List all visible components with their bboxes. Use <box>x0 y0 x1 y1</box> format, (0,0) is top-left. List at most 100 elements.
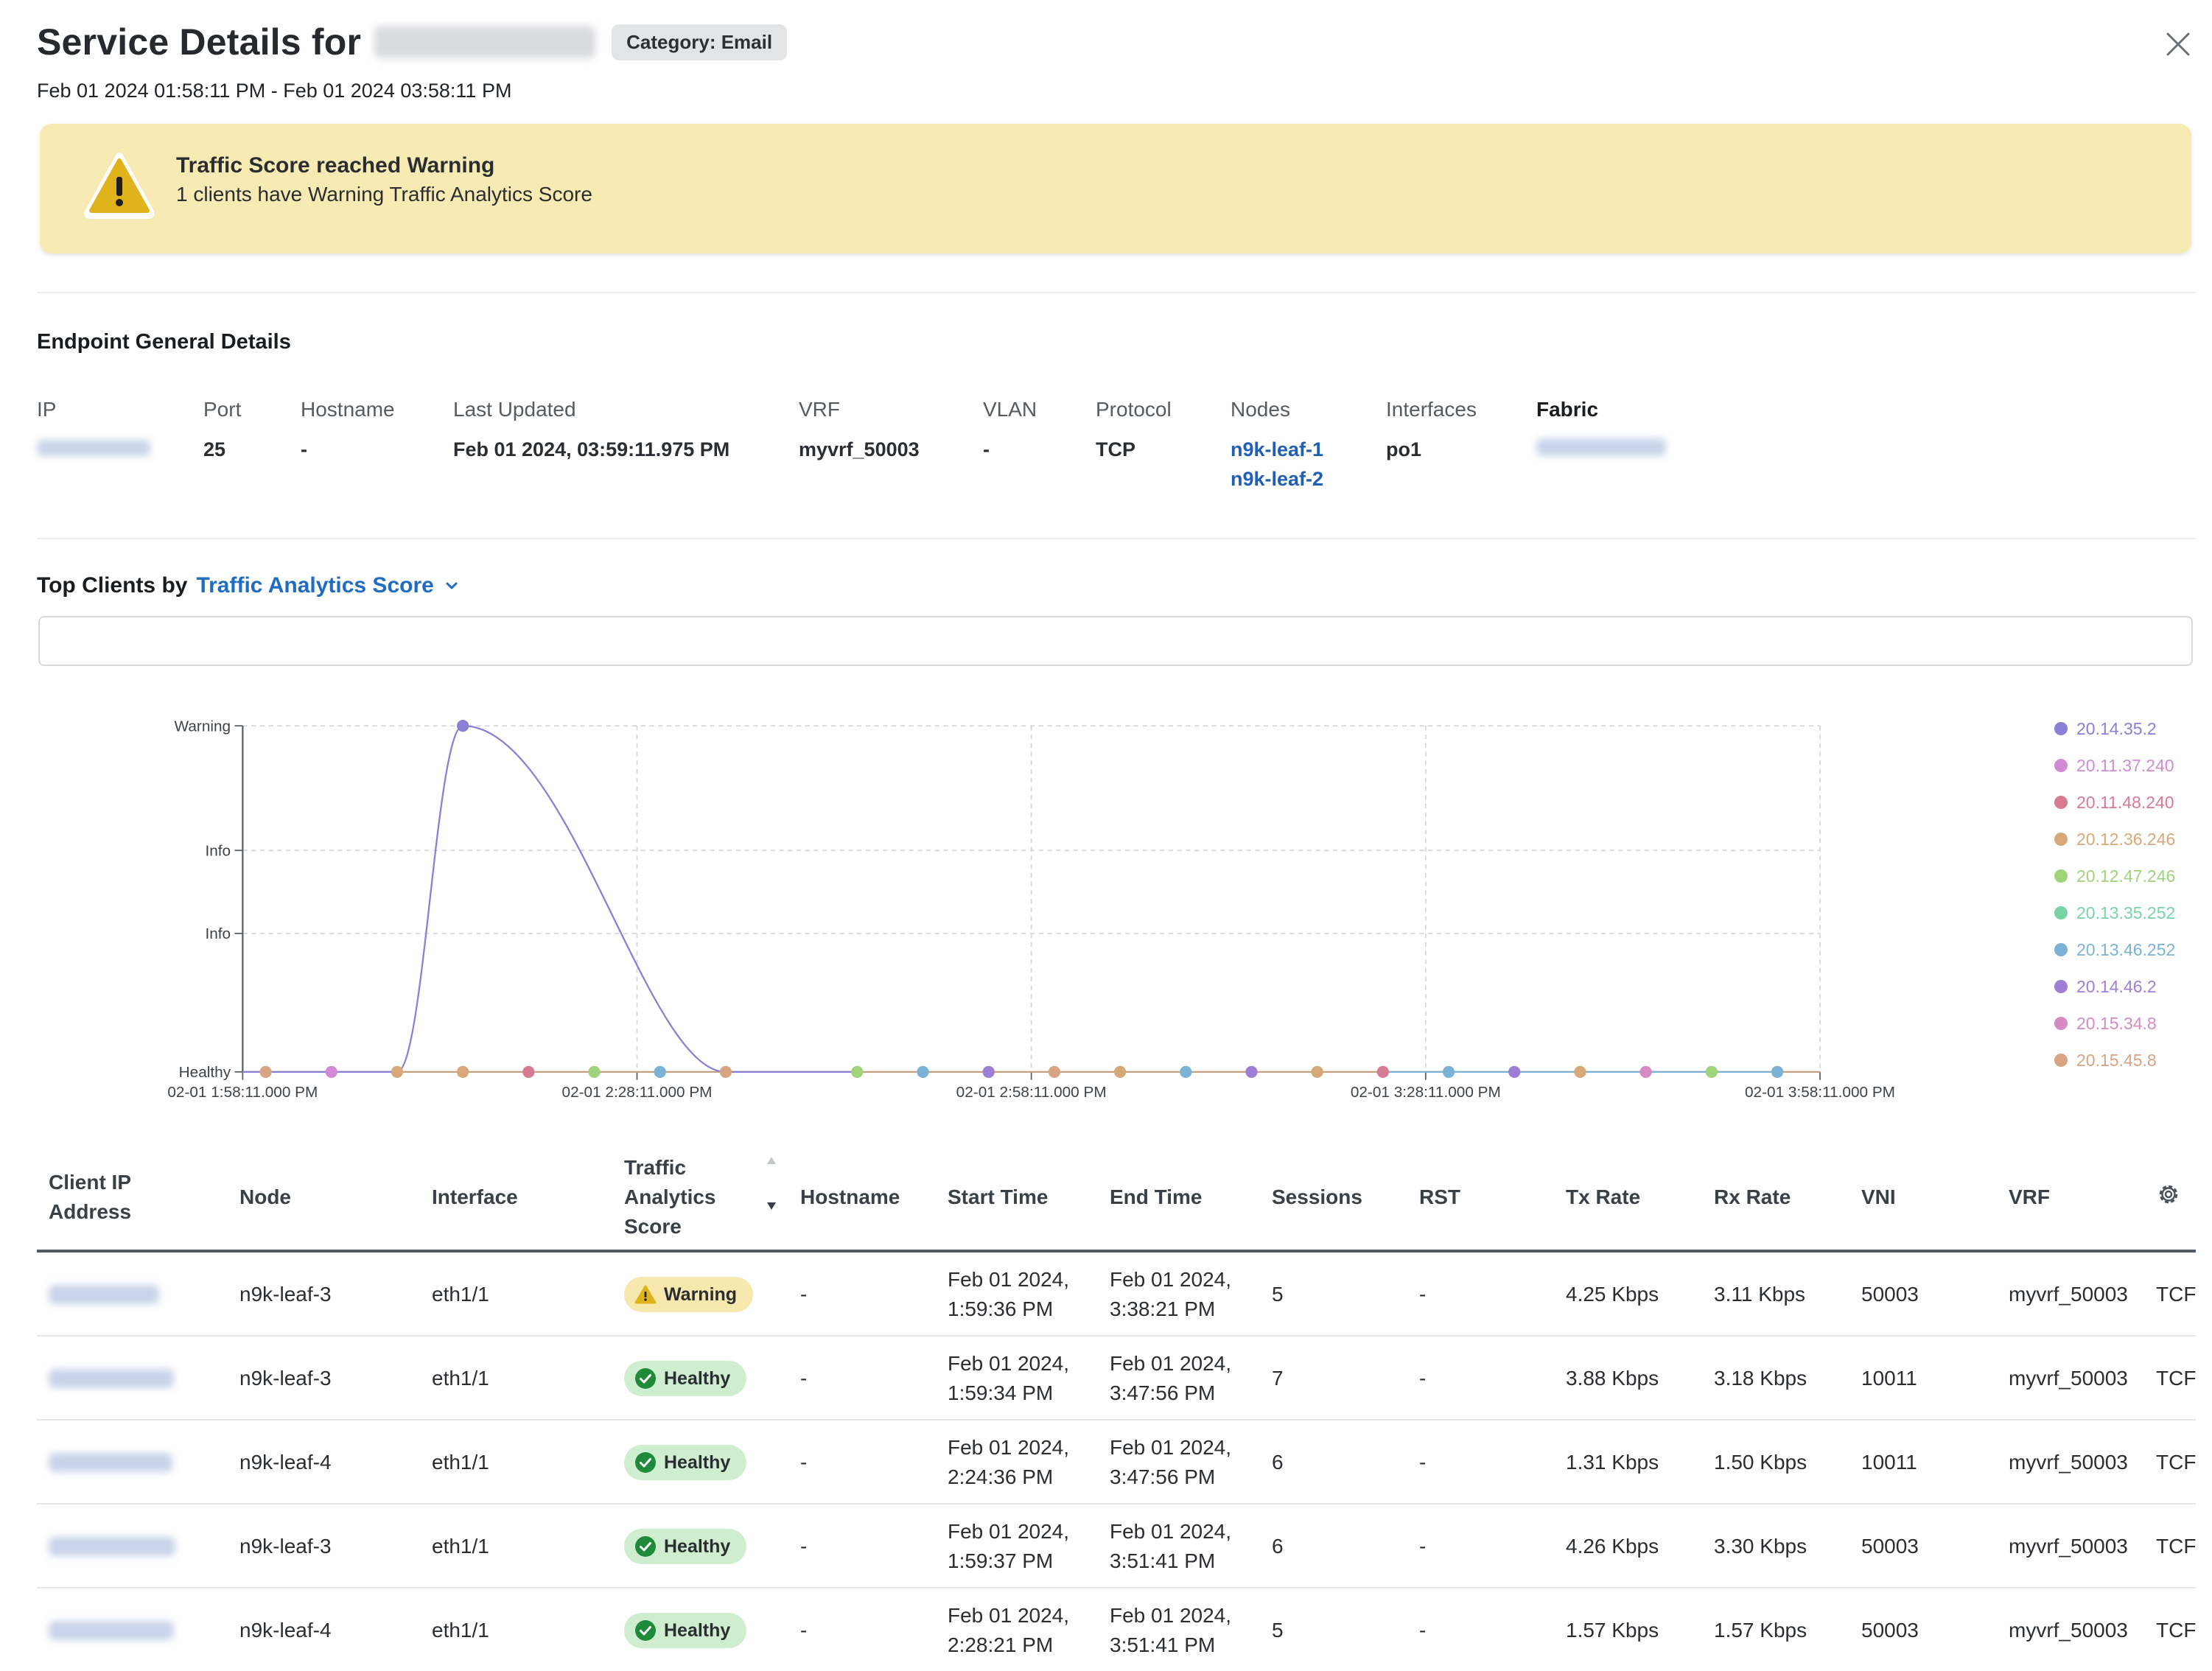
start-date: Feb 01 2024, <box>948 1604 1070 1627</box>
modal-header: Service Details for Category: Email Feb … <box>37 21 2168 102</box>
start-date: Feb 01 2024, <box>948 1268 1070 1291</box>
score-cell: Warning <box>624 1253 754 1337</box>
vrf-cell: myvrf_50003 <box>2009 1283 2128 1306</box>
legend-item[interactable]: 20.13.46.252 <box>2054 931 2175 968</box>
y-tick-label: Info <box>205 925 231 942</box>
rst-cell: - <box>1419 1283 1427 1306</box>
rx-cell: 1.50 Kbps <box>1714 1451 1807 1474</box>
redacted-client-ip[interactable] <box>49 1453 172 1472</box>
legend-label: 20.15.34.8 <box>2076 1013 2157 1033</box>
legend-item[interactable]: 20.11.48.240 <box>2054 784 2175 821</box>
data-point <box>522 1065 535 1078</box>
col-vrf[interactable]: VRF <box>2009 1142 2050 1253</box>
start-time-cell: Feb 01 2024, 1:59:34 PM <box>948 1337 1069 1420</box>
table-row[interactable]: n9k-leaf-3 eth1/1 - 7 - 3.88 Kbps 3.18 Kbps 100… <box>37 1337 2196 1420</box>
legend-item[interactable]: 20.15.34.8 <box>2054 1005 2175 1042</box>
redacted-client-ip[interactable] <box>49 1285 159 1304</box>
node-link-1[interactable]: n9k-leaf-1 <box>1231 435 1323 464</box>
status-label: Healthy <box>664 1536 731 1557</box>
redacted-service-ip <box>374 26 596 58</box>
legend-label: 20.12.36.246 <box>2076 829 2176 849</box>
col-hostname[interactable]: Hostname <box>800 1142 900 1253</box>
data-point <box>1180 1065 1192 1078</box>
col-interface[interactable]: Interface <box>432 1142 518 1253</box>
clients-table: Client IP Address Node Interface Traffic… <box>37 1142 2196 1671</box>
tx-cell: 4.26 Kbps <box>1566 1535 1659 1558</box>
data-point <box>1574 1065 1586 1078</box>
data-point <box>588 1065 601 1078</box>
col-node[interactable]: Node <box>239 1142 291 1253</box>
client-ip-cell[interactable] <box>49 1588 174 1671</box>
data-point <box>391 1065 404 1078</box>
legend-item[interactable]: 20.15.45.8 <box>2054 1042 2175 1079</box>
node-link-2[interactable]: n9k-leaf-2 <box>1231 464 1323 494</box>
legend-item[interactable]: 20.11.37.240 <box>2054 747 2175 784</box>
col-start-time[interactable]: Start Time <box>948 1142 1048 1253</box>
vrf-cell: myvrf_50003 <box>2009 1535 2128 1558</box>
data-point <box>719 1065 732 1078</box>
legend-item[interactable]: 20.12.36.246 <box>2054 821 2175 858</box>
redacted-fabric-link[interactable] <box>1536 438 1666 456</box>
col-rx-rate[interactable]: Rx Rate <box>1714 1142 1791 1253</box>
col-rst[interactable]: RST <box>1419 1142 1460 1253</box>
rx-cell: 3.30 Kbps <box>1714 1535 1807 1558</box>
node-cell: n9k-leaf-3 <box>239 1535 332 1558</box>
redacted-client-ip[interactable] <box>49 1537 175 1556</box>
legend-swatch <box>2054 833 2068 846</box>
col-vni[interactable]: VNI <box>1861 1142 1896 1253</box>
table-row[interactable]: n9k-leaf-4 eth1/1 - 6 - 1.31 Kbps 1.50 Kbps 100… <box>37 1420 2196 1504</box>
metric-dropdown-label: Traffic Analytics Score <box>196 573 434 598</box>
last-updated-label: Last Updated <box>453 398 576 421</box>
table-row[interactable]: n9k-leaf-4 eth1/1 - 5 - 1.57 Kbps 1.57 Kbps 500… <box>37 1588 2196 1671</box>
end-time: 3:51:41 PM <box>1110 1549 1216 1572</box>
data-point <box>1639 1065 1652 1078</box>
score-cell: Healthy <box>624 1420 747 1504</box>
start-time: 1:59:37 PM <box>948 1549 1054 1572</box>
hostname-value: - <box>301 438 307 460</box>
interface-cell: eth1/1 <box>432 1535 489 1558</box>
client-ip-cell[interactable] <box>49 1337 174 1420</box>
gear-icon[interactable] <box>2155 1180 2183 1208</box>
vni-cell: 50003 <box>1861 1283 1919 1306</box>
status-badge: Healthy <box>624 1613 747 1648</box>
vlan-value: - <box>983 438 990 460</box>
node-cell: n9k-leaf-4 <box>239 1619 332 1642</box>
vni-cell: 50003 <box>1861 1619 1919 1642</box>
sort-arrows-icon[interactable] <box>763 1142 780 1253</box>
legend-item[interactable]: 20.12.47.246 <box>2054 858 2175 894</box>
col-sessions[interactable]: Sessions <box>1272 1142 1362 1253</box>
hostname-label: Hostname <box>301 398 395 421</box>
legend-item[interactable]: 20.14.46.2 <box>2054 968 2175 1005</box>
client-ip-cell[interactable] <box>49 1253 159 1337</box>
redacted-ip <box>37 440 150 456</box>
client-ip-cell[interactable] <box>49 1504 175 1588</box>
port-label: Port <box>203 398 242 421</box>
data-point <box>1442 1065 1455 1078</box>
table-row[interactable]: n9k-leaf-3 eth1/1 - 5 - 4.25 Kbps 3.11 Kbps 500… <box>37 1253 2196 1337</box>
endpoint-vrf-column: VRF myvrf_50003 <box>799 398 920 464</box>
legend-swatch <box>2054 943 2068 956</box>
col-score[interactable]: Traffic Analytics Score <box>624 1142 757 1253</box>
table-body: n9k-leaf-3 eth1/1 - 5 - 4.25 Kbps 3.11 Kbps 500… <box>37 1253 2196 1671</box>
interfaces-value: po1 <box>1386 438 1422 460</box>
top-clients-header: Top Clients by Traffic Analytics Score <box>37 573 459 598</box>
close-icon[interactable] <box>2162 28 2194 60</box>
metric-dropdown[interactable]: Traffic Analytics Score <box>196 573 458 598</box>
redacted-client-ip[interactable] <box>49 1369 174 1388</box>
last-updated-value: Feb 01 2024, 03:59:11.975 PM <box>453 438 730 460</box>
divider <box>37 538 2196 539</box>
interface-cell: eth1/1 <box>432 1619 489 1642</box>
data-point <box>1048 1065 1061 1078</box>
client-ip-cell[interactable] <box>49 1420 172 1504</box>
legend-item[interactable]: 20.14.35.2 <box>2054 710 2175 747</box>
table-row[interactable]: n9k-leaf-3 eth1/1 - 6 - 4.26 Kbps 3.30 Kbps 500… <box>37 1504 2196 1588</box>
col-client-ip[interactable]: Client IP Address <box>49 1142 196 1253</box>
filter-input[interactable] <box>38 616 2193 666</box>
date-range: Feb 01 2024 01:58:11 PM - Feb 01 2024 03… <box>37 80 512 102</box>
legend-item[interactable]: 20.13.35.252 <box>2054 894 2175 931</box>
col-end-time[interactable]: End Time <box>1110 1142 1203 1253</box>
category-badge: Category: Email <box>612 24 788 60</box>
col-tx-rate[interactable]: Tx Rate <box>1566 1142 1640 1253</box>
protocol-label: Protocol <box>1096 398 1172 421</box>
redacted-client-ip[interactable] <box>49 1621 174 1640</box>
